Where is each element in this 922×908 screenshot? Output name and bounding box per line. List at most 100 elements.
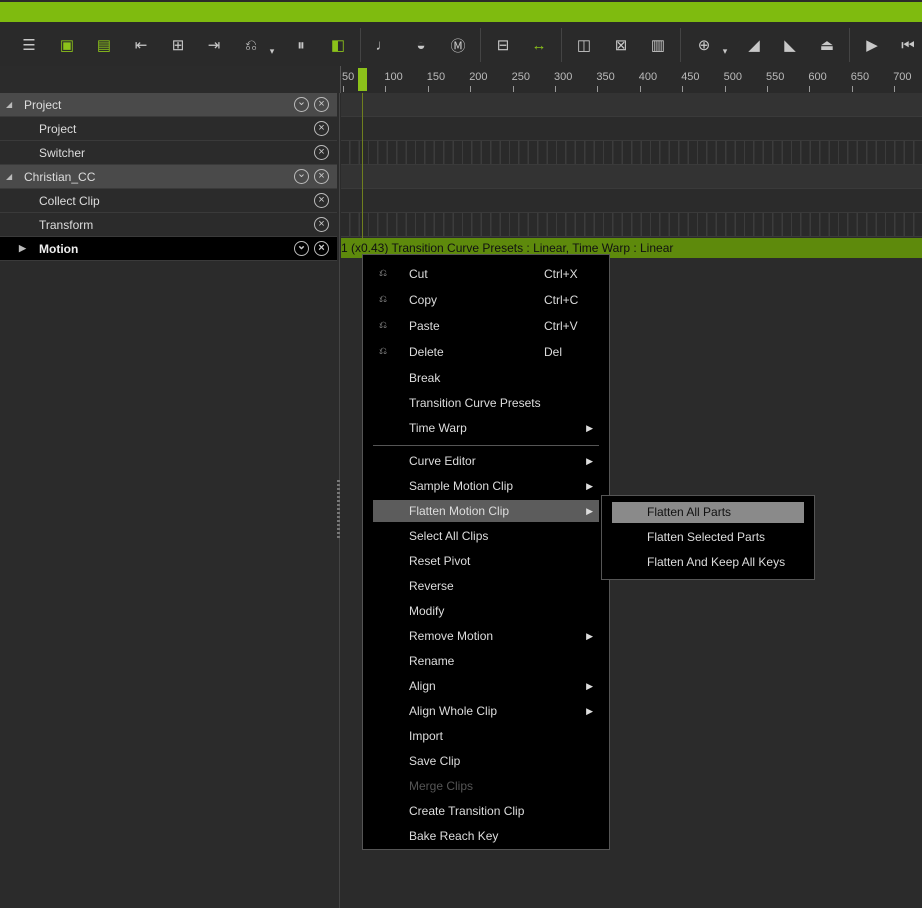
ruler-label: 50 [342,71,355,83]
menu-item-align-whole-clip[interactable]: Align Whole Clip ▶ [373,700,599,722]
music-icon[interactable]: ♩ [372,34,394,56]
menu-item-label: Save Clip [409,754,461,768]
list-icon[interactable]: ☰ [18,34,40,56]
menu-item-flatten-motion-clip[interactable]: Flatten Motion Clip ▶ [373,500,599,522]
menu-item-save-clip[interactable]: Save Clip [373,750,599,772]
fit-range-icon[interactable]: ↔ [528,34,550,56]
menu-item-rename[interactable]: Rename [373,650,599,672]
add-key-icon[interactable]: ⊟ [492,34,514,56]
paste-icon: ⎌ [379,320,387,331]
loop-icon[interactable]: ◧ [327,34,349,56]
panel-splitter[interactable] [337,480,340,540]
dropdown-arrow-icon[interactable]: ▾ [261,40,283,62]
ruler-tick [851,86,853,92]
ruler-tick [512,86,514,92]
move-right-icon[interactable]: ⇥ [203,34,225,56]
add-frame-icon[interactable]: ◫ [573,34,595,56]
menu-item-cut[interactable]: ⎌ Cut Ctrl+X [373,263,599,285]
menu-item-shortcut: Ctrl+X [544,267,578,281]
ruler-tick [682,86,684,92]
close-circle-icon[interactable]: × [314,145,329,160]
ruler-label: 150 [426,71,446,83]
menu-item-copy[interactable]: ⎌ Copy Ctrl+C [373,289,599,311]
ruler-tick [767,86,768,92]
timeline-track-row[interactable] [341,213,922,237]
timeline-track-row[interactable] [341,117,922,141]
submenu-arrow-icon: ▶ [586,506,593,516]
menu-item-import[interactable]: Import [373,725,599,747]
collapse-triangle-icon[interactable]: ◢ [6,172,12,181]
ruler-label: 350 [596,71,615,83]
ruler-tick [597,86,599,92]
menu-item-time-warp[interactable]: Time Warp ▶ [373,417,599,439]
lips-add-icon[interactable]: ◒ [410,34,432,56]
timeline-ruler[interactable]: 50 100 150 200 250 300 350 400 450 500 550 600 650 70… [340,66,922,93]
dropdown-arrow-icon[interactable]: ▾ [714,40,736,62]
motion-icon[interactable]: Ⓜ [447,34,469,56]
menu-item-curve-editor[interactable]: Curve Editor ▶ [373,450,599,472]
mirror-left-icon[interactable]: ◢ [743,34,765,56]
menu-item-merge-clips: Merge Clips [373,775,599,797]
menu-item-transition-curve-presets[interactable]: Transition Curve Presets [373,392,599,414]
collapse-triangle-icon[interactable]: ◢ [6,100,12,109]
close-circle-icon[interactable]: × [314,217,329,232]
collapse-circle-icon[interactable]: ⌄ [294,169,309,184]
zoom-in-icon[interactable]: ⊕ [693,34,715,56]
export-icon[interactable]: ⏏ [816,34,838,56]
menu-item-reverse[interactable]: Reverse [373,575,599,597]
remove-frame-icon[interactable]: ⊠ [610,34,632,56]
clip-label: 1 (x0.43) Transition Curve Presets : Lin… [341,241,674,255]
timeline-track-row[interactable] [341,189,922,213]
go-start-icon[interactable]: ⏮ [897,34,919,56]
collapse-circle-icon[interactable]: ⌄ [294,97,309,112]
collapse-circle-icon[interactable]: ⌄ [294,241,309,256]
ruler-tick [809,86,811,92]
timeline-track-row[interactable] [341,93,922,117]
menu-item-sample-motion-clip[interactable]: Sample Motion Clip ▶ [373,475,599,497]
track-row[interactable]: ▶ Motion ⌄ × [0,237,337,261]
close-circle-icon[interactable]: × [314,193,329,208]
track-row[interactable]: Collect Clip × [0,189,337,213]
menu-item-select-all-clips[interactable]: Select All Clips [373,525,599,547]
split-icon[interactable]: ⏸ [290,34,312,56]
move-left-icon[interactable]: ⇤ [130,34,152,56]
menu-item-shortcut: Ctrl+V [544,319,578,333]
submenu-item-flatten-selected-parts[interactable]: Flatten Selected Parts [612,527,804,548]
track-row[interactable]: ◢ Christian_CC ⌄ × [0,165,337,189]
play-icon[interactable]: ▶ [861,34,883,56]
menu-item-reset-pivot[interactable]: Reset Pivot [373,550,599,572]
menu-item-bake-reach-key[interactable]: Bake Reach Key [373,825,599,847]
timeline-track-row[interactable] [341,141,922,165]
submenu-item-flatten-and-keep-all-keys[interactable]: Flatten And Keep All Keys [612,552,804,573]
menu-item-delete[interactable]: ⎌ Delete Del [373,341,599,363]
track-row[interactable]: Transform × [0,213,337,237]
submenu-item-flatten-all-parts[interactable]: Flatten All Parts [612,502,804,523]
close-circle-icon[interactable]: × [314,97,329,112]
close-circle-icon[interactable]: × [314,241,329,256]
close-circle-icon[interactable]: × [314,121,329,136]
close-circle-icon[interactable]: × [314,169,329,184]
ruler-tick [639,86,641,92]
cut-icon: ⎌ [379,268,387,279]
insert-icon[interactable]: ⊞ [167,34,189,56]
menu-item-create-transition-clip[interactable]: Create Transition Clip [373,800,599,822]
add-track-icon[interactable]: ▤ [93,34,115,56]
menu-item-label: Sample Motion Clip [409,479,514,493]
track-row[interactable]: Project × [0,117,337,141]
menu-item-break[interactable]: Break [373,367,599,389]
track-row[interactable]: Switcher × [0,141,337,165]
playhead-handle[interactable] [358,68,367,91]
clip-menu-icon[interactable]: ⎌ [240,34,262,56]
menu-item-paste[interactable]: ⎌ Paste Ctrl+V [373,315,599,337]
menu-item-align[interactable]: Align ▶ [373,675,599,697]
track-row[interactable]: ◢ Project ⌄ × [0,93,337,117]
menu-item-modify[interactable]: Modify [373,600,599,622]
mirror-right-icon[interactable]: ◣ [779,34,801,56]
frame-icon[interactable]: ▥ [647,34,669,56]
add-clip-icon[interactable]: ▣ [56,34,78,56]
toolbar-separator [480,28,481,62]
expand-triangle-icon[interactable]: ▶ [19,243,26,254]
timeline-track-row[interactable] [341,165,922,189]
playhead-line [362,93,363,240]
menu-item-remove-motion[interactable]: Remove Motion ▶ [373,625,599,647]
